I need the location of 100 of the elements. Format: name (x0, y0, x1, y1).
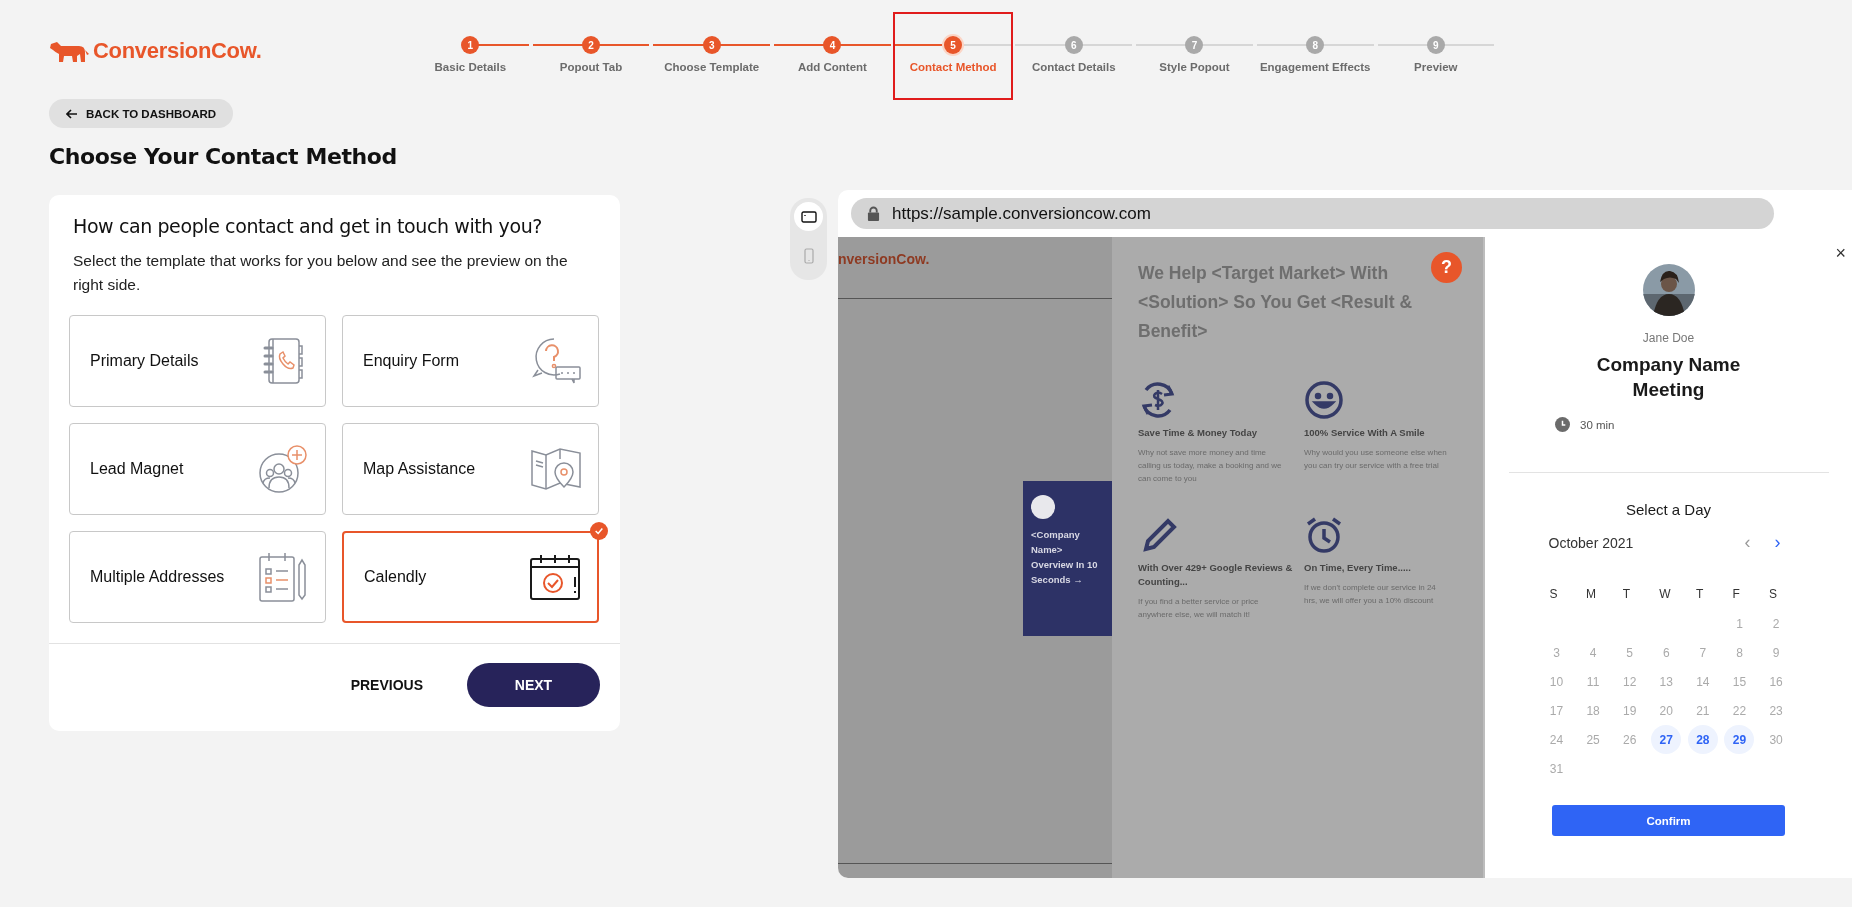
calendar-day: 6 (1651, 638, 1682, 667)
calendar-day: 24 (1541, 725, 1572, 754)
weekday-label: M (1585, 586, 1598, 603)
site-logo: nversionCow. (838, 251, 930, 267)
side-tab-text: <Company Name> Overview In 10 Seconds → (1031, 528, 1099, 587)
step-number[interactable]: 1 (461, 36, 480, 54)
step-label[interactable]: Choose Template (664, 61, 760, 73)
calendar-day: 20 (1651, 696, 1682, 725)
lock-icon (867, 206, 880, 221)
step-label[interactable]: Add Content (797, 61, 867, 73)
map-pin-icon (530, 447, 582, 491)
smiley-icon (1304, 380, 1344, 420)
available-day[interactable]: 29 (1724, 725, 1755, 754)
next-button[interactable]: NEXT (467, 663, 600, 707)
question: How can people contact and get in touch with you? (73, 215, 544, 237)
calendar-day: 15 (1724, 667, 1755, 696)
description: Select the template that works for you below and see the preview on the right side. (73, 251, 569, 295)
calendar-day: 13 (1651, 667, 1682, 696)
calendar-day: 16 (1761, 667, 1792, 696)
available-day[interactable]: 28 (1687, 725, 1718, 754)
calendar-day: 1 (1724, 609, 1755, 638)
step-number[interactable]: 3 (702, 36, 721, 54)
calendar-day: 25 (1578, 725, 1609, 754)
weekday-label: T (1694, 586, 1705, 603)
confirm-button[interactable]: Confirm (1552, 805, 1785, 836)
option-label: Map Assistance (363, 460, 476, 478)
step-item[interactable]: 1 Basic Details (410, 12, 531, 100)
calendar-day: 23 (1761, 696, 1792, 725)
feature-title: On Time, Every Time..... (1304, 561, 1412, 575)
mobile-icon (803, 247, 814, 264)
calendar-day: 22 (1724, 696, 1755, 725)
calendar-day: 14 (1687, 667, 1718, 696)
option-label: Lead Magnet (90, 460, 184, 478)
step-number[interactable]: 4 (823, 36, 842, 54)
question-bubble-icon (530, 336, 582, 386)
desktop-view-button[interactable] (794, 202, 823, 231)
weekday-label: T (1621, 586, 1632, 603)
meeting-title: Company Name Meeting (1595, 353, 1742, 402)
calendar-day: 9 (1761, 638, 1792, 667)
close-button[interactable]: × (1835, 243, 1846, 264)
calendar-day: 21 (1687, 696, 1718, 725)
template-option[interactable]: Enquiry Form (342, 315, 599, 407)
template-option[interactable]: Calendly (342, 531, 599, 623)
option-label: Primary Details (90, 352, 199, 370)
alarm-clock-icon (1304, 515, 1344, 555)
step-label[interactable]: Style Popout (1159, 61, 1230, 73)
calendar-day: 7 (1687, 638, 1718, 667)
check-badge-icon (590, 522, 608, 540)
calendar-check-icon (529, 553, 581, 601)
help-button[interactable]: ? (1431, 252, 1462, 283)
step-number[interactable]: 2 (582, 36, 601, 54)
calendar-day: 12 (1614, 667, 1645, 696)
weekday-label: W (1658, 586, 1672, 603)
calendar-day: 26 (1614, 725, 1645, 754)
template-option[interactable]: Lead Magnet (69, 423, 326, 515)
avatar-icon (1031, 495, 1055, 519)
step-label[interactable]: Contact Method (909, 61, 997, 73)
arrow-left-icon (66, 108, 78, 119)
option-label: Enquiry Form (363, 352, 460, 370)
calendar-day: 30 (1761, 725, 1792, 754)
step-label[interactable]: Preview (1414, 61, 1458, 73)
calendar-day: 11 (1578, 667, 1609, 696)
step-label[interactable]: Basic Details (434, 61, 507, 73)
step-label[interactable]: Contact Details (1031, 61, 1116, 73)
calendar-day: 5 (1614, 638, 1645, 667)
step-item[interactable]: 9 Preview (1375, 12, 1497, 100)
template-option[interactable]: Primary Details (69, 315, 326, 407)
back-button[interactable]: BACK TO DASHBOARD (49, 99, 234, 128)
step-label[interactable]: Engagement Effects (1259, 61, 1371, 73)
calendar-day: 8 (1724, 638, 1755, 667)
feature-title: Save Time & Money Today (1138, 426, 1258, 440)
calendar-day: 10 (1541, 667, 1572, 696)
option-label: Calendly (364, 568, 427, 586)
step-number[interactable]: 5 (944, 36, 963, 54)
previous-month-button[interactable]: ‹ (1736, 532, 1759, 553)
url-text: https://sample.conversioncow.com (892, 203, 1151, 224)
feature-title: 100% Service With A Smile (1304, 426, 1426, 440)
desktop-icon (800, 210, 817, 223)
brand-name[interactable]: ConversionCow. (93, 38, 262, 64)
option-label: Multiple Addresses (90, 568, 225, 586)
weekday-label: S (1768, 586, 1779, 603)
available-day[interactable]: 27 (1651, 725, 1682, 754)
step-label[interactable]: Popout Tab (559, 61, 623, 73)
template-option[interactable]: Multiple Addresses (69, 531, 326, 623)
clock-icon (1555, 417, 1570, 432)
weekday-label: F (1731, 586, 1741, 603)
people-add-icon (257, 443, 309, 495)
weekday-label: S (1548, 586, 1559, 603)
calendar-day: 31 (1541, 754, 1572, 783)
next-month-button[interactable]: › (1766, 532, 1789, 553)
previous-button[interactable]: PREVIOUS (344, 676, 429, 694)
calendar-day: 19 (1614, 696, 1645, 725)
calendar-day: 17 (1541, 696, 1572, 725)
headline: We Help <Target Market> With <Solution> So You Get <Result & Benefit> (1138, 262, 1414, 343)
calendar-day: 18 (1578, 696, 1609, 725)
checklist-icon (257, 551, 309, 603)
month-label: October 2021 (1548, 534, 1635, 551)
feature-title: With Over 429+ Google Reviews & Counting... (1138, 561, 1294, 589)
template-option[interactable]: Map Assistance (342, 423, 599, 515)
duration: 30 min (1580, 418, 1615, 431)
